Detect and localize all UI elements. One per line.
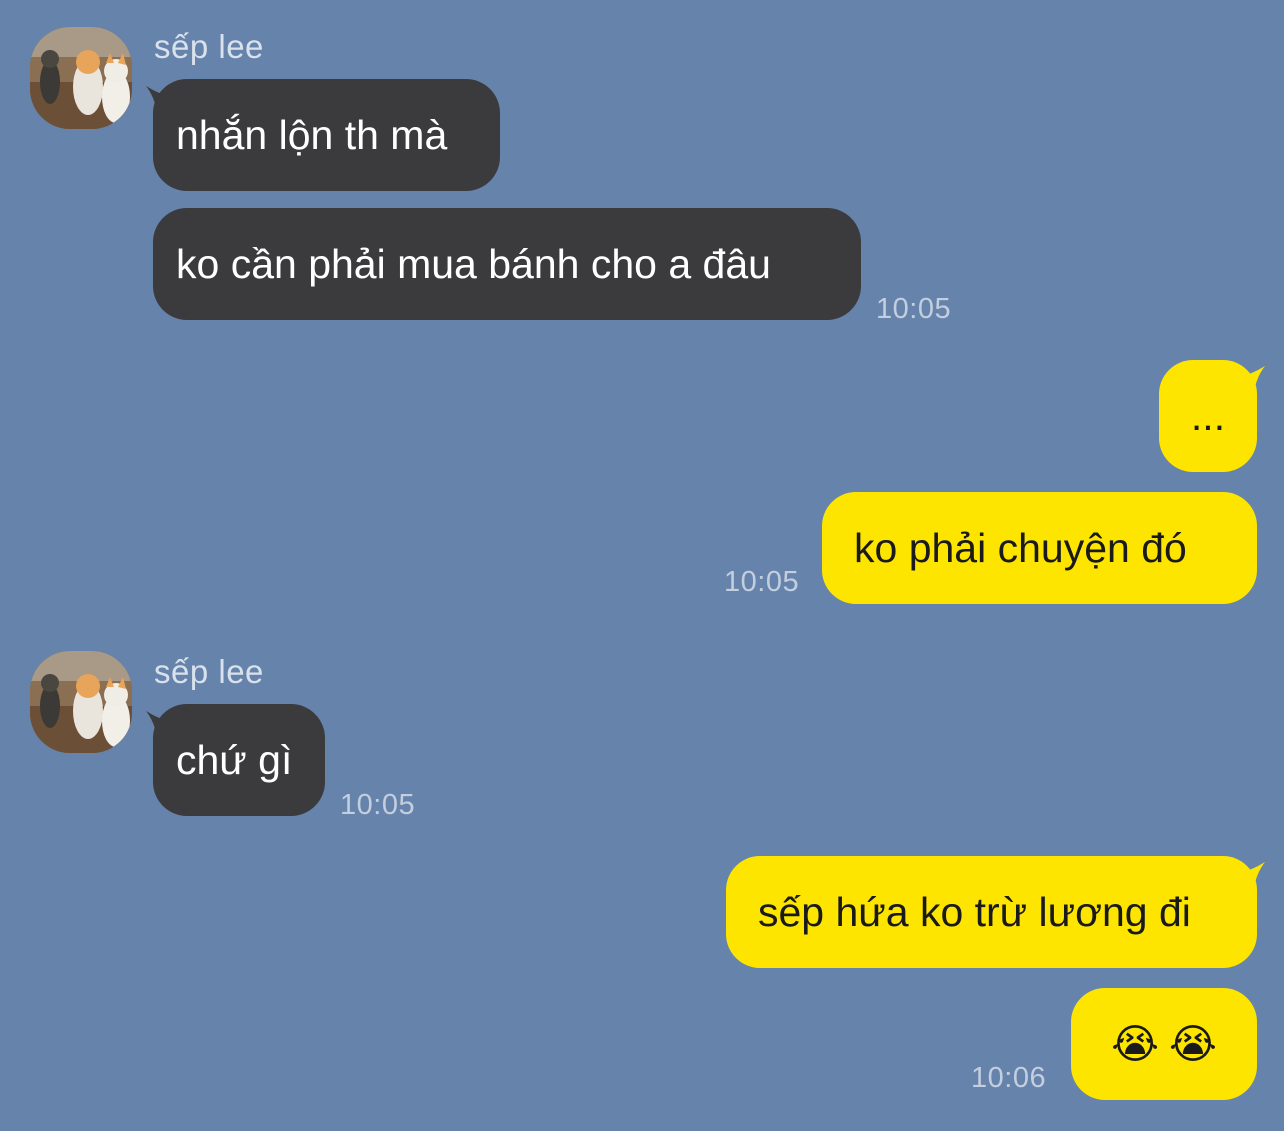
message-timestamp: 10:05 <box>724 566 800 598</box>
sender-avatar[interactable] <box>30 651 132 753</box>
loudly-crying-face-icon: 😭 <box>1169 1021 1217 1067</box>
message-text: ko phải chuyện đó <box>854 524 1187 571</box>
message-text: ko cần phải mua bánh cho a đâu <box>176 240 771 287</box>
cats-photo-avatar-image <box>30 651 132 753</box>
loudly-crying-face-icon: 😭 <box>1111 1021 1159 1067</box>
message-timestamp: 10:05 <box>876 293 952 325</box>
outgoing-message-bubble[interactable]: ... <box>1159 360 1257 472</box>
incoming-message-bubble[interactable]: chứ gì <box>153 704 325 816</box>
incoming-message-bubble[interactable]: nhắn lộn th mà <box>153 79 500 191</box>
sender-name: sếp lee <box>154 28 264 65</box>
sender-avatar[interactable] <box>30 27 132 129</box>
message-emoji: 😭 😭 <box>1111 1020 1217 1068</box>
cats-photo-avatar-image <box>30 27 132 129</box>
sender-name: sếp lee <box>154 653 264 690</box>
outgoing-message-bubble[interactable]: 😭 😭 <box>1071 988 1257 1100</box>
message-timestamp: 10:05 <box>340 789 416 821</box>
outgoing-message-bubble[interactable]: sếp hứa ko trừ lương đi <box>726 856 1257 968</box>
outgoing-message-bubble[interactable]: ko phải chuyện đó <box>822 492 1257 604</box>
incoming-message-bubble[interactable]: ko cần phải mua bánh cho a đâu <box>153 208 861 320</box>
message-text: nhắn lộn th mà <box>176 111 448 158</box>
message-text: chứ gì <box>176 736 293 783</box>
message-timestamp: 10:06 <box>971 1062 1047 1094</box>
message-text: ... <box>1190 392 1226 439</box>
message-text: sếp hứa ko trừ lương đi <box>758 888 1191 935</box>
